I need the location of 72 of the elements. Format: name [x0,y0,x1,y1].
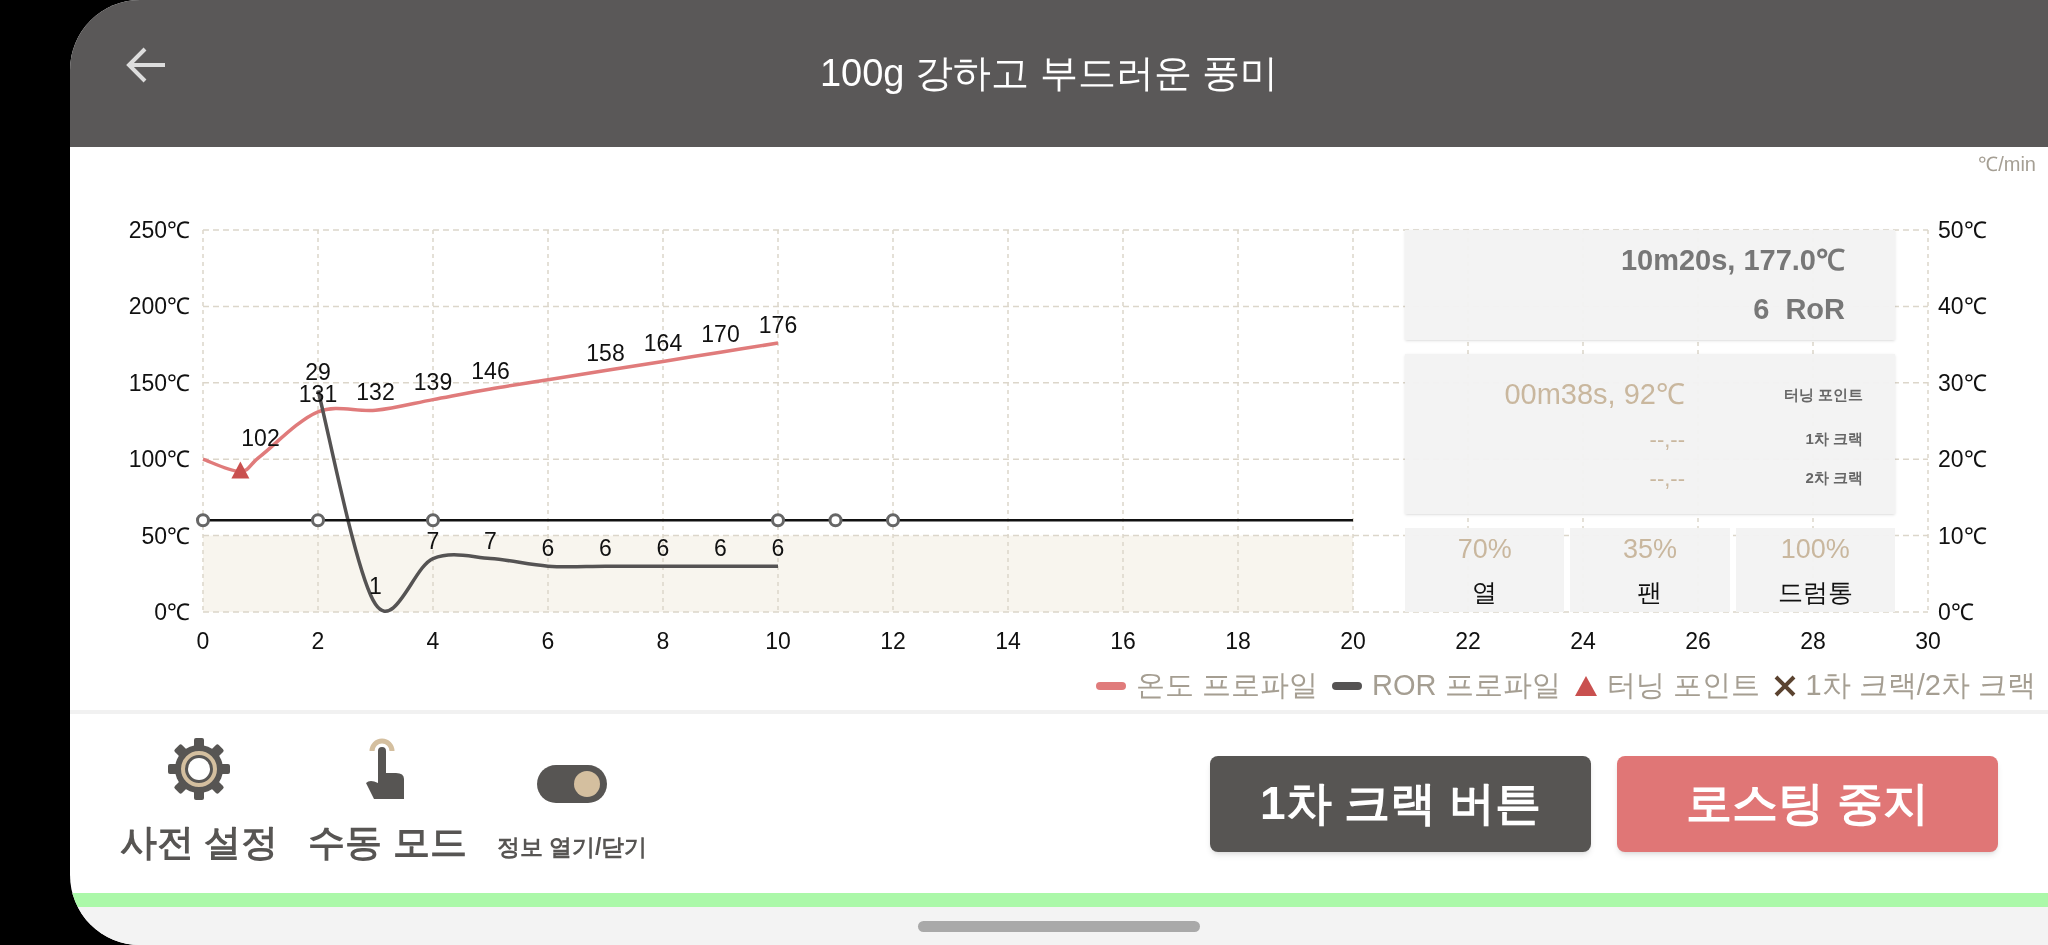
level-value: 35% [1622,533,1677,566]
toggle-switch[interactable] [536,764,607,803]
axis-label: 14 [995,628,1021,654]
axis-label: 0 [196,628,210,654]
axis-label: 18 [1225,628,1251,654]
data-label: 170 [701,321,740,348]
home-handle[interactable] [918,920,1200,932]
axis-label: 150℃ [128,369,190,396]
current-time-temp: 10m20s, 177.0℃ [1620,242,1845,278]
data-label: 164 [643,330,683,357]
axis-label: 200℃ [128,293,190,320]
axis-label: 20 [1340,628,1366,654]
data-label: 1 [369,573,382,600]
axis-label: 10 [765,628,791,654]
axis-label: 26 [1685,628,1711,654]
event-label: 1차 크랙 [1805,429,1863,449]
data-label: 102 [241,425,280,452]
level-label: 드럼통 [1777,576,1853,608]
axis-label: 100℃ [128,446,190,473]
axis-label: 16 [1110,628,1136,654]
tool-label: 사전 설정 [120,820,279,865]
axis-label: 8 [656,628,670,654]
tool-label: 수동 모드 [308,820,467,865]
legend-label: ROR 프로파일 [1372,668,1561,703]
event-value: --,-- [1648,464,1685,493]
axis-label: 2 [311,628,325,654]
axis-unit: ℃/min [1978,153,2036,175]
axis-label: 24 [1570,628,1596,654]
data-label: 139 [413,368,453,395]
axis-label: 22 [1455,628,1481,654]
event-value: --,-- [1648,425,1685,454]
gear-icon[interactable] [167,736,232,801]
axis-label: 4 [426,628,440,654]
axis-label: 10℃ [1938,522,1987,549]
axis-label: 12 [880,628,906,654]
event-value: 00m38s, 92℃ [1503,377,1685,413]
current-ror: 6 RoR [1753,292,1845,327]
axis-label: 0℃ [1938,599,1974,625]
axis-label: 20℃ [1938,446,1987,473]
turning-point-marker [231,461,250,479]
event-label: 터닝 포인트 [1783,384,1863,405]
axis-label: 0℃ [154,599,190,625]
axis-label: 50℃ [141,522,190,549]
tool-label: 정보 열기/닫기 [496,832,648,862]
data-label: 146 [471,357,510,384]
axis-label: 6 [541,628,555,654]
data-label: 6 [771,535,785,562]
level-label: 열 [1472,576,1498,608]
page-title: 100g 강하고 부드러운 풍미 [819,51,1280,96]
data-label: 6 [714,535,727,562]
data-label: 7 [426,527,440,554]
data-label: 158 [586,339,625,366]
legend-label: 터닝 포인트 [1606,668,1760,703]
legend-label: 1차 크랙/2차 크랙 [1805,668,2036,703]
legend-label: 온도 프로파일 [1135,668,1318,703]
axis-label: 30 [1915,628,1941,654]
axis-label: 28 [1800,628,1826,654]
level-value: 100% [1780,533,1850,566]
axis-label: 50℃ [1938,217,1987,243]
event-label: 2차 크랙 [1805,468,1863,488]
data-label: 6 [599,535,612,562]
data-label: 6 [541,535,555,562]
axis-label: 30℃ [1938,369,1987,396]
axis-label: 40℃ [1938,293,1987,320]
axis-label: 250℃ [128,217,190,243]
level-value: 70% [1457,533,1512,566]
level-label: 팬 [1637,576,1663,608]
data-label: 132 [356,379,395,406]
data-label: 7 [484,527,497,554]
crack-button[interactable]: 1차 크랙 버튼 [1210,755,1591,852]
data-label: 6 [656,535,670,562]
data-label: 176 [758,312,798,339]
